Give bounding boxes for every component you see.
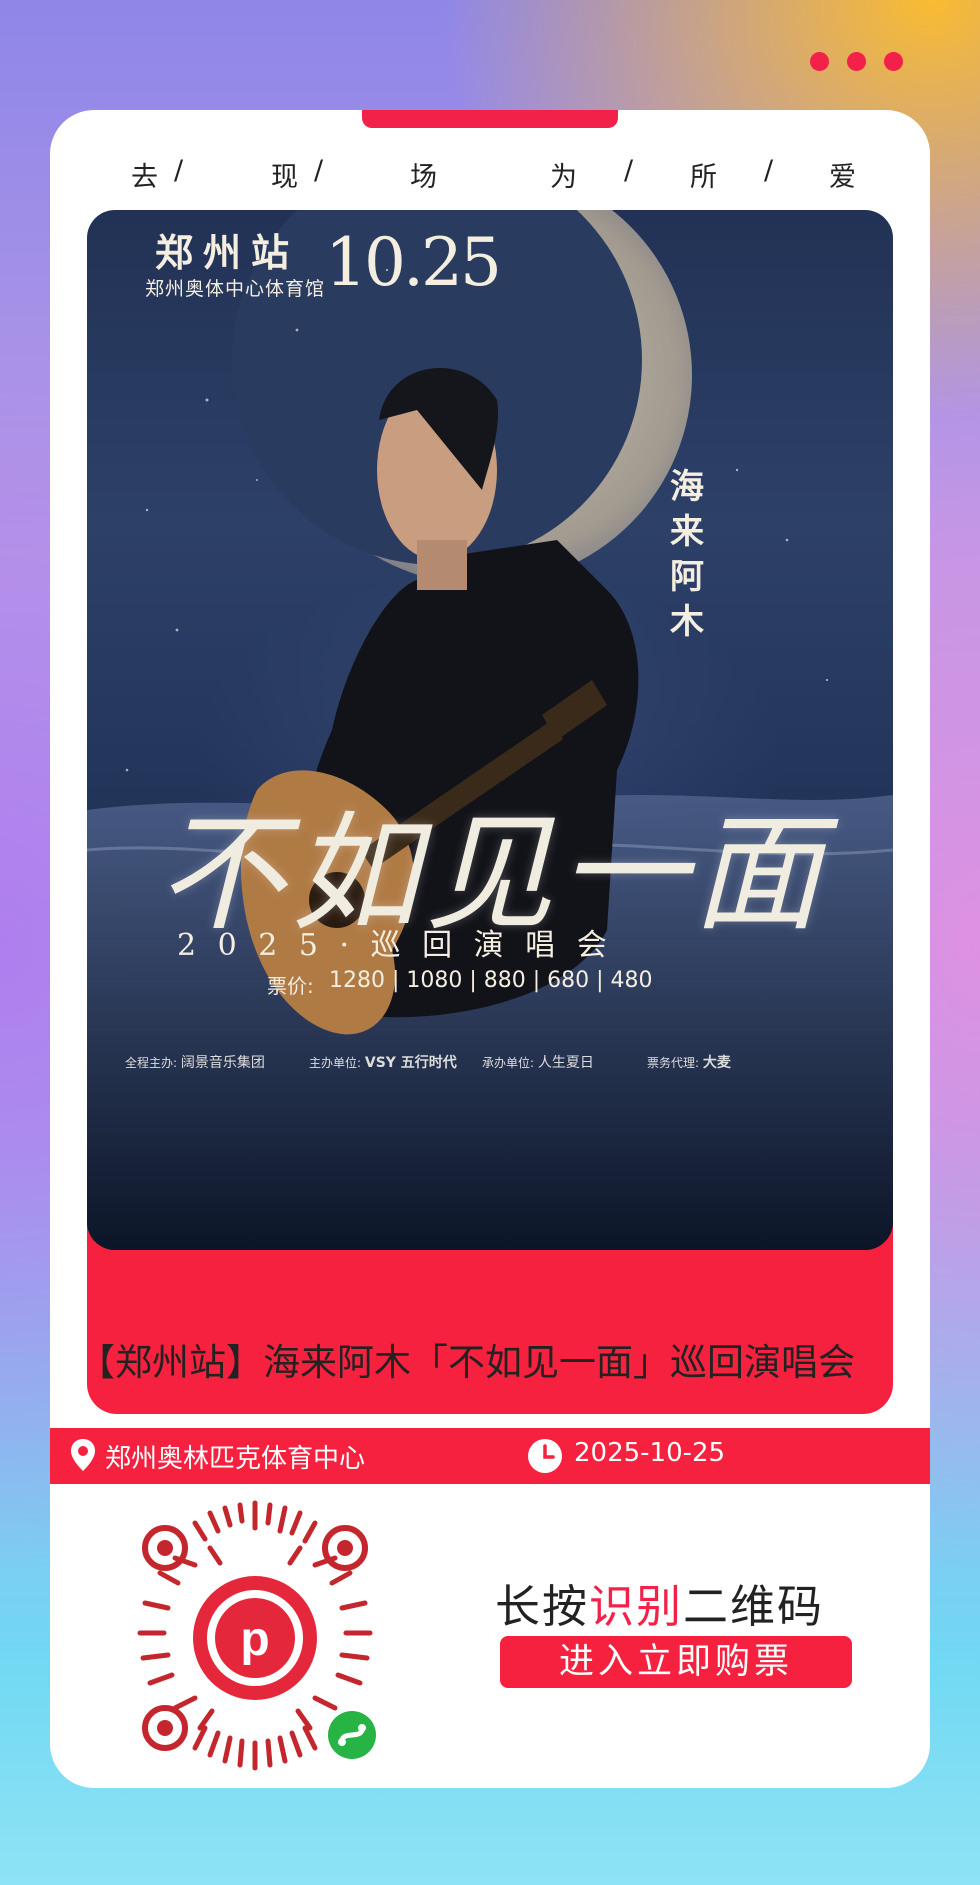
poster-sponsor-3: 承办单位: 人生夏日 bbox=[482, 1055, 594, 1071]
event-info-bar: 郑州奥林匹克体育中心 2025-10-25 bbox=[50, 1428, 930, 1484]
more-dots-icon bbox=[884, 52, 903, 71]
slogan-sep: / bbox=[314, 155, 324, 186]
location-pin-icon bbox=[71, 1439, 95, 1471]
poster-art bbox=[87, 210, 893, 1250]
more-dots-icon bbox=[810, 52, 829, 71]
slogan: 去 / 现 / 场 为 / 所 / 爱 bbox=[50, 155, 930, 195]
poster-tour-line: 2 0 2 5 · 巡 回 演 唱 会 bbox=[177, 928, 613, 963]
poster-prices: 1280 | 1080 | 880 | 680 | 480 bbox=[329, 968, 653, 993]
slogan-char: 所 bbox=[690, 162, 717, 193]
more-dots-icon bbox=[847, 52, 866, 71]
poster-sponsor-4: 票务代理: 大麦 bbox=[647, 1055, 731, 1071]
slogan-char: 爱 bbox=[829, 162, 856, 193]
more-menu[interactable] bbox=[810, 52, 903, 71]
poster-sponsor-2: 主办单位: VSY 五行时代 bbox=[309, 1055, 457, 1071]
slogan-sep: / bbox=[174, 155, 184, 186]
slogan-sep: / bbox=[764, 155, 774, 186]
card-tab bbox=[362, 110, 618, 128]
clock-icon bbox=[528, 1439, 562, 1473]
svg-text:p: p bbox=[240, 1613, 269, 1666]
qr-code-icon[interactable]: p bbox=[110, 1493, 400, 1783]
slogan-sep: / bbox=[624, 155, 634, 186]
poster-date: 10.25 bbox=[325, 224, 502, 301]
concert-poster[interactable]: 郑州站 郑州奥体中心体育馆 10.25 海 来 阿 木 不如见一面 2 0 2 … bbox=[87, 210, 893, 1250]
slogan-char: 场 bbox=[410, 162, 437, 193]
event-location: 郑州奥林匹克体育中心 bbox=[105, 1444, 366, 1474]
ticket-card: 去 / 现 / 场 为 / 所 / 爱 郑州站 郑州奥体中心体育馆 10.25 … bbox=[50, 110, 930, 1788]
buy-ticket-button[interactable]: 进入立即购票 bbox=[500, 1636, 852, 1688]
slogan-char: 为 bbox=[550, 162, 577, 193]
poster-artist-vertical: 海 来 阿 木 bbox=[670, 467, 704, 642]
scan-qr-prompt: 长按识别二维码 bbox=[495, 1580, 825, 1633]
poster-venue: 郑州奥体中心体育馆 bbox=[145, 278, 326, 300]
mini-program-icon bbox=[324, 1707, 380, 1763]
event-date: 2025-10-25 bbox=[574, 1438, 726, 1468]
slogan-char: 现 bbox=[271, 162, 298, 193]
poster-station: 郑州站 bbox=[155, 230, 300, 275]
poster-price-label: 票价: bbox=[267, 974, 314, 998]
slogan-char: 去 bbox=[131, 162, 158, 193]
event-title: 【郑州站】海来阿木「不如见一面」巡回演唱会 bbox=[78, 1341, 855, 1384]
poster-sponsors: 全程主办: 阔景音乐集团 bbox=[125, 1055, 265, 1071]
